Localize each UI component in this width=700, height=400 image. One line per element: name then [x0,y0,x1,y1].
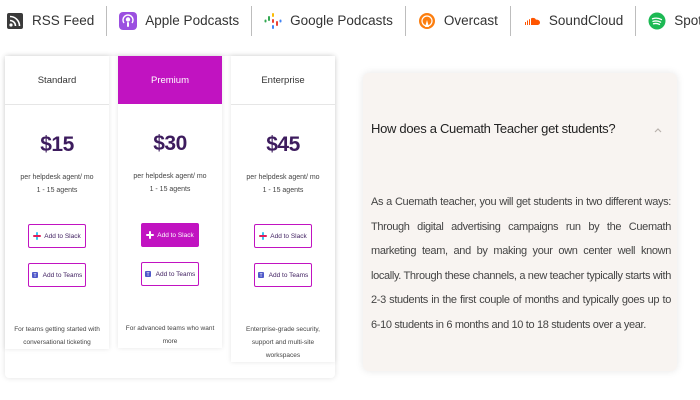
plan-agents: 1 - 15 agents [36,187,78,194]
apple-podcasts-link[interactable]: Apple Podcasts [106,6,251,36]
add-to-slack-button[interactable]: Add to Slack [141,223,199,247]
plan-agents: 1 - 15 agents [262,187,304,194]
slack-icon [259,232,268,240]
apple-podcasts-icon [119,12,138,30]
slack-icon [33,232,42,240]
plan-meta: per helpdesk agent/ mo 1 - 15 agents [231,171,335,197]
teams-icon: T [31,272,38,279]
soundcloud-icon [524,17,540,25]
google-podcasts-label: Google Podcasts [290,13,393,28]
rss-feed-link[interactable]: RSS Feed [0,6,106,36]
faq-question[interactable]: How does a Cuemath Teacher get students? [371,121,651,136]
add-to-slack-button[interactable]: Add to Slack [28,224,86,248]
plan-name: Premium [118,56,222,104]
teams-icon: T [144,271,151,278]
slack-icon [146,231,155,239]
google-podcasts-link[interactable]: Google Podcasts [251,6,405,36]
google-podcasts-icon [264,13,282,29]
spotify-icon [648,12,666,30]
plan-price-line: per helpdesk agent/ mo [133,173,207,180]
add-to-slack-label: Add to Slack [270,232,307,240]
plan-description: For advanced teams who want more [125,325,215,345]
plan-agents: 1 - 15 agents [149,186,191,193]
add-to-slack-label: Add to Slack [157,231,194,239]
plan-card-premium: Premium $30 per helpdesk agent/ mo 1 - 1… [118,56,222,348]
soundcloud-link[interactable]: SoundCloud [509,6,635,36]
plan-meta: per helpdesk agent/ mo 1 - 15 agents [5,171,109,197]
svg-text:T: T [259,273,262,279]
plan-name: Standard [5,56,109,105]
overcast-label: Overcast [443,13,498,28]
add-to-teams-label: Add to Teams [268,271,309,279]
rss-feed-label: RSS Feed [32,13,95,28]
add-to-teams-button[interactable]: T Add to Teams [141,262,199,286]
plan-description: Enterprise-grade security, support and m… [246,326,320,359]
add-to-teams-button[interactable]: T Add to Teams [28,263,86,287]
svg-text:T: T [33,273,36,279]
faq-answer: As a Cuemath teacher, you will get stude… [371,196,671,331]
plan-card-standard: Standard $15 per helpdesk agent/ mo 1 - … [5,56,109,349]
plan-price: $45 [266,133,300,156]
spotify-label: Spotify [674,13,700,28]
plan-name: Enterprise [231,56,335,105]
teams-icon: T [257,272,264,279]
svg-text:T: T [146,272,149,278]
spotify-link[interactable]: Spotify [635,6,700,36]
plan-description: For teams getting started with conversat… [14,326,100,346]
overcast-link[interactable]: Overcast [404,6,510,36]
plan-meta: per helpdesk agent/ mo 1 - 15 agents [118,170,222,196]
plan-price-line: per helpdesk agent/ mo [246,174,320,181]
add-to-teams-label: Add to Teams [42,271,83,279]
add-to-teams-label: Add to Teams [155,270,196,278]
overcast-icon [418,13,435,29]
plan-price-line: per helpdesk agent/ mo [20,174,94,181]
chevron-up-icon[interactable] [653,125,663,135]
plan-price: $15 [40,133,74,156]
plan-price: $30 [153,132,187,155]
soundcloud-label: SoundCloud [548,13,624,28]
faq-accordion-item: How does a Cuemath Teacher get students?… [363,73,677,371]
plan-card-enterprise: Enterprise $45 per helpdesk agent/ mo 1 … [231,56,335,362]
add-to-teams-button[interactable]: T Add to Teams [254,263,312,287]
rss-icon [7,13,23,29]
add-to-slack-button[interactable]: Add to Slack [254,224,312,248]
podcast-links-bar: RSS Feed Apple Podcasts Google Podcasts … [0,0,700,42]
add-to-slack-label: Add to Slack [44,232,81,240]
apple-podcasts-label: Apple Podcasts [145,13,240,28]
